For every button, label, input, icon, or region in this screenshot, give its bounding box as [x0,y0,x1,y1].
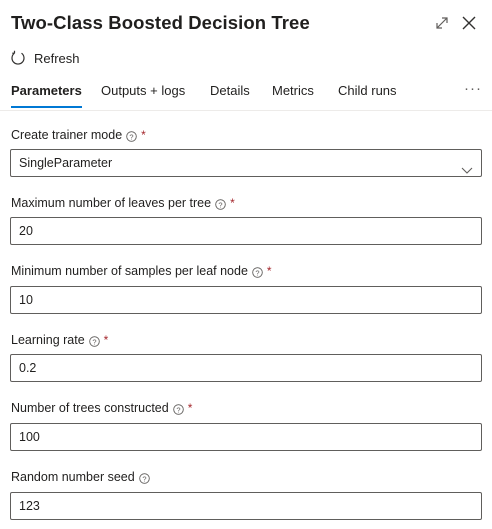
max-leaves-label: Maximum number of leaves per tree [11,196,212,210]
trainer-mode-value: SingleParameter [19,156,113,170]
learning-rate-value: 0.2 [19,361,37,375]
tab-child-runs[interactable]: Child runs [338,78,397,108]
required-marker: * [103,333,109,347]
trainer-mode-label-row: Create trainer mode ? * [11,127,146,143]
info-icon[interactable]: ? [126,130,137,142]
trainer-mode-select[interactable]: SingleParameter [10,149,482,177]
num-trees-value: 100 [19,430,40,444]
num-trees-input[interactable]: 100 [10,423,482,451]
info-icon[interactable]: ? [252,266,263,278]
info-icon[interactable]: ? [138,472,150,484]
learning-rate-label: Learning rate [11,333,85,347]
svg-text:?: ? [255,268,259,277]
max-leaves-input[interactable]: 20 [10,217,482,245]
close-icon[interactable] [459,13,479,33]
random-seed-label: Random number seed [11,470,135,484]
max-leaves-value: 20 [19,224,33,238]
random-seed-label-row: Random number seed ? [11,469,150,485]
num-trees-label-row: Number of trees constructed ? * [11,400,192,416]
required-marker: * [141,128,146,142]
info-icon[interactable]: ? [88,335,100,347]
tab-metrics[interactable]: Metrics [272,78,314,108]
more-options-button[interactable]: ··· [464,78,482,104]
svg-text:?: ? [130,132,134,141]
svg-text:?: ? [219,200,223,209]
required-marker: * [230,196,235,210]
tab-details[interactable]: Details [210,78,250,108]
refresh-icon [10,50,26,66]
tab-parameters[interactable]: Parameters [11,78,82,108]
required-marker: * [266,264,272,278]
chevron-down-icon [461,158,473,174]
learning-rate-input[interactable]: 0.2 [10,354,482,382]
required-marker: * [187,401,193,415]
max-leaves-label-row: Maximum number of leaves per tree ? * [11,195,235,211]
svg-text:?: ? [176,405,180,414]
min-samples-label: Minimum number of samples per leaf node [11,264,248,278]
expand-icon[interactable] [432,13,452,33]
random-seed-value: 123 [19,499,40,513]
info-icon[interactable]: ? [215,198,226,210]
svg-text:?: ? [142,474,146,483]
panel-header: Two-Class Boosted Decision Tree [11,10,482,36]
refresh-button[interactable]: Refresh [10,47,80,69]
num-trees-label: Number of trees constructed [11,401,169,415]
min-samples-value: 10 [19,293,33,307]
min-samples-input[interactable]: 10 [10,286,482,314]
random-seed-input[interactable]: 123 [10,492,482,520]
tab-bar: Parameters Outputs + logs Details Metric… [0,78,492,111]
trainer-mode-label: Create trainer mode [11,128,123,142]
learning-rate-label-row: Learning rate ? * [11,332,108,348]
panel-title: Two-Class Boosted Decision Tree [11,12,310,33]
tab-outputs-logs[interactable]: Outputs + logs [101,78,185,108]
info-icon[interactable]: ? [172,403,184,415]
svg-text:?: ? [92,337,96,346]
refresh-label: Refresh [34,50,80,66]
min-samples-label-row: Minimum number of samples per leaf node … [11,263,272,279]
